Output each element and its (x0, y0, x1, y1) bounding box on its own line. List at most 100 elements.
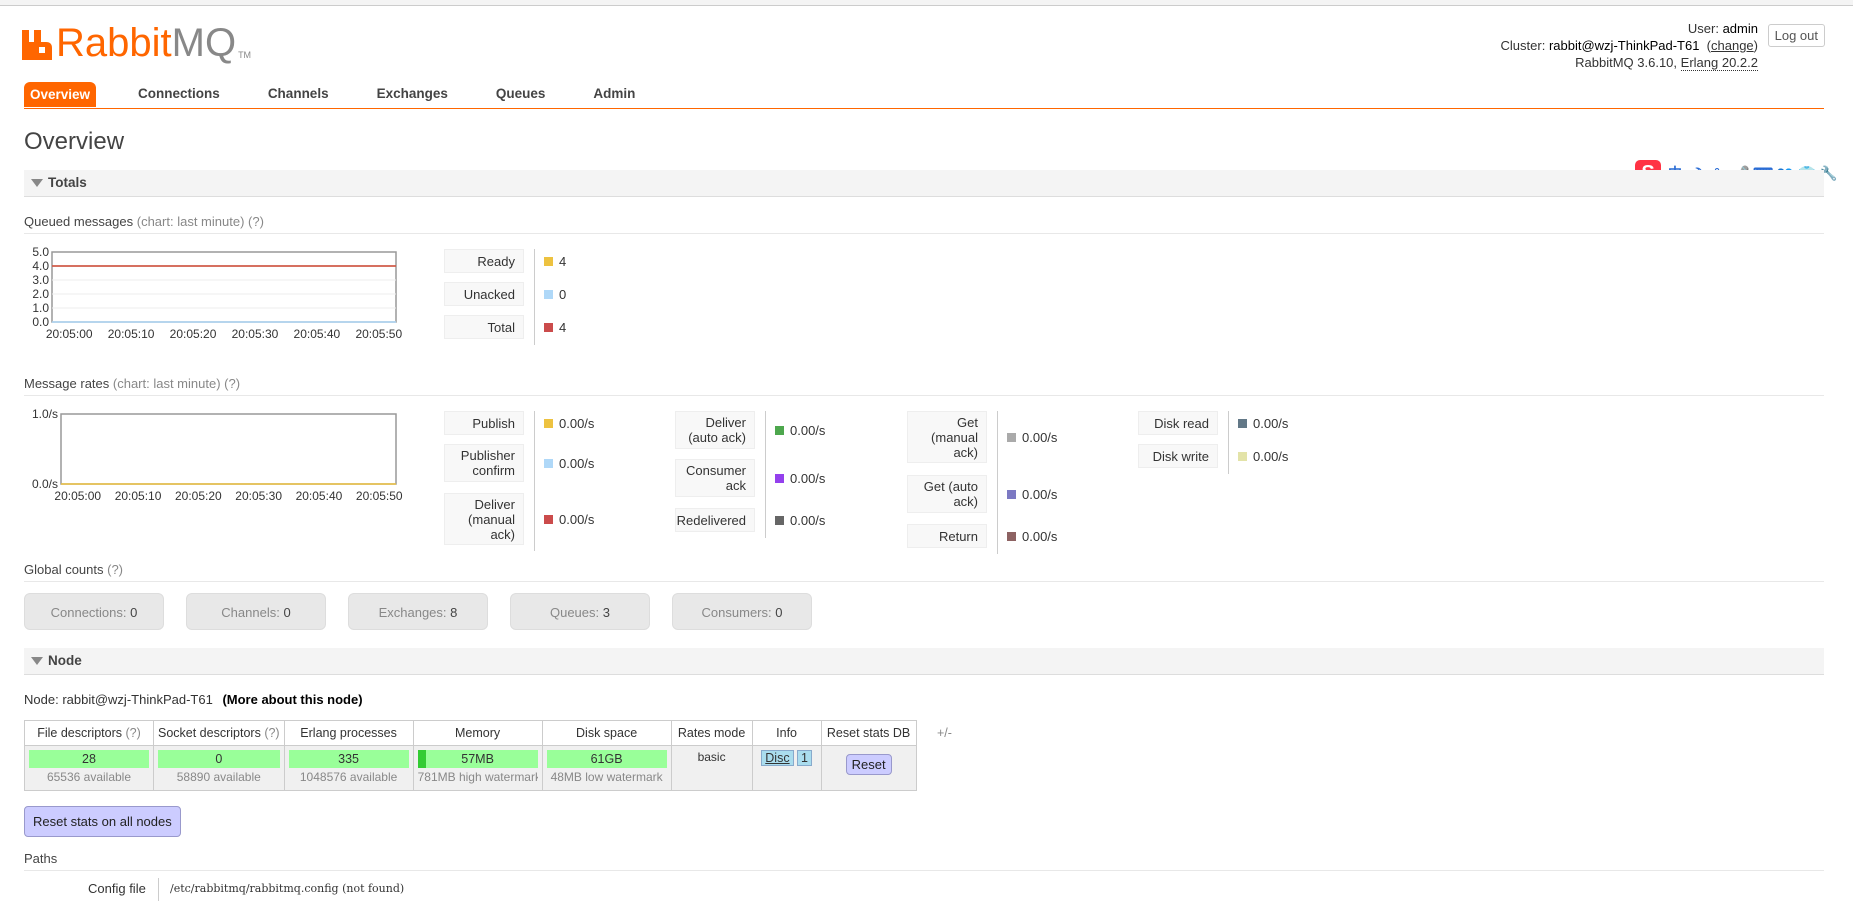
node-name-label: Node: (24, 692, 59, 707)
reset-cell: Reset (820, 745, 917, 791)
main-nav: Overview Connections Channels Exchanges … (24, 82, 677, 107)
consumers-count-button[interactable]: Consumers: 0 (672, 593, 812, 630)
legend-label-unacked: Unacked (444, 282, 524, 306)
disk-space-cell: 61GB 48MB low watermark (541, 745, 672, 791)
legend-swatch (1007, 489, 1016, 499)
legend-swatch (1238, 451, 1247, 461)
totals-label: Totals (48, 175, 87, 190)
file-descriptors-bar: 28 (29, 750, 149, 768)
collapse-arrow-icon (31, 657, 43, 665)
user-row: User: admin (1253, 20, 1853, 37)
config-file-value: /etc/rabbitmq/rabbitmq.config (not found… (170, 882, 405, 895)
erlang-processes-available: 1048576 available (299, 770, 398, 784)
socket-descriptors-cell: 0 58890 available (153, 745, 285, 791)
queues-count-button[interactable]: Queues: 3 (510, 593, 650, 630)
help-link[interactable]: (?) (125, 726, 140, 740)
legend-label-deliver-auto-ack: Deliver (auto ack) (675, 411, 755, 449)
config-separator (158, 878, 159, 901)
tab-channels[interactable]: Channels (262, 82, 335, 107)
legend-value-text: 0.00/s (790, 470, 826, 486)
memory-bar: 57MB (417, 750, 538, 768)
node-label: Node (48, 653, 82, 668)
chart-x-tick-label: 20:05:40 (294, 327, 341, 341)
chart-x-tick-label: 20:05:30 (232, 327, 279, 341)
chart-plot-area (60, 413, 397, 485)
more-about-node-link[interactable]: (More about this node) (222, 692, 362, 707)
legend-value: 0.00/s (775, 459, 825, 497)
user-name: admin (1722, 21, 1758, 36)
header-disk-space: Disk space (541, 720, 672, 746)
logout-button[interactable]: Log out (1767, 24, 1825, 47)
legend-value-text: 0.00/s (1253, 415, 1289, 431)
tab-connections[interactable]: Connections (132, 82, 226, 107)
legend-value-text: 0.00/s (1253, 448, 1289, 464)
legend-value-text: 0.00/s (1022, 486, 1058, 502)
help-link[interactable]: (?) (264, 726, 279, 740)
reset-stats-button[interactable]: Reset (845, 754, 892, 775)
chart-x-tick-label: 20:05:20 (170, 327, 217, 341)
tab-exchanges[interactable]: Exchanges (371, 82, 454, 107)
tab-admin[interactable]: Admin (587, 82, 641, 107)
page-title: Overview (24, 128, 125, 155)
rates-mode-cell: basic (670, 745, 753, 791)
reset-stats-all-nodes-button[interactable]: Reset stats on all nodes (24, 806, 181, 837)
legend-swatch (544, 458, 553, 468)
socket-descriptors-available: 58890 available (176, 770, 261, 784)
header-socket-descriptors: Socket descriptors (?) (153, 720, 285, 746)
logo-text: RabbitMQ (56, 23, 236, 63)
legend-label-deliver-manual-ack: Deliver (manual ack) (444, 493, 524, 545)
tab-overview[interactable]: Overview (24, 82, 97, 107)
channels-count-button[interactable]: Channels: 0 (186, 593, 326, 630)
legend-swatch (1238, 418, 1247, 428)
legend-label-consumer-ack: Consumer ack (675, 459, 755, 497)
count-label: Queues: (549, 605, 600, 620)
node-name-value: rabbit@wzj-ThinkPad-T61 (62, 692, 213, 707)
totals-section-header[interactable]: Totals (24, 170, 1824, 197)
chart-y-tick-label: 3.0 (32, 273, 49, 287)
chart-y-tick-label: 1.0 (32, 301, 49, 315)
legend-swatch (544, 289, 553, 299)
queued-heading-note[interactable]: (chart: last minute) (?) (137, 214, 264, 229)
socket-descriptors-bar: 0 (158, 750, 280, 768)
column-toggle[interactable]: +/- (937, 726, 952, 740)
info-count-badge[interactable]: 1 (796, 750, 812, 766)
count-value: 8 (450, 605, 458, 620)
legend-swatch (544, 256, 553, 266)
global-heading-note[interactable]: (?) (107, 562, 123, 577)
logo-text-mq: MQ (171, 21, 237, 65)
legend-value-text: 0.00/s (559, 415, 595, 431)
legend-value: 0.00/s (1007, 475, 1057, 513)
global-heading-text: Global counts (24, 562, 104, 577)
disk-space-bar: 61GB (546, 750, 667, 768)
memory-cell: 57MB 781MB high watermark (412, 745, 543, 791)
node-name-line: Node: rabbit@wzj-ThinkPad-T61 (More abou… (24, 692, 363, 707)
legend-label-ready: Ready (444, 249, 524, 273)
connections-count-button[interactable]: Connections: 0 (24, 593, 164, 630)
message-rates-heading: Message rates (chart: last minute) (?) (24, 376, 1824, 396)
legend-value: 4 (544, 315, 566, 339)
node-section-header[interactable]: Node (24, 648, 1824, 675)
legend-value-text: 0.00/s (559, 455, 595, 471)
legend-value: 0 (544, 282, 566, 306)
cluster-change-link[interactable]: change (1711, 38, 1754, 53)
tab-queues[interactable]: Queues (490, 82, 552, 107)
rabbitmq-version: RabbitMQ 3.6.10, (1575, 55, 1678, 70)
legend-separator (534, 411, 535, 551)
legend-swatch (544, 322, 553, 332)
legend-swatch (544, 514, 553, 524)
chart-x-tick-label: 20:05:40 (296, 489, 343, 503)
legend-separator (1228, 411, 1229, 474)
info-cell: Disc 1 (751, 745, 822, 791)
info-disc-badge[interactable]: Disc (761, 750, 794, 766)
legend-value-text: 0.00/s (559, 511, 595, 527)
legend-value: 0.00/s (1238, 411, 1288, 435)
rabbitmq-logo: RabbitMQ TM (22, 20, 251, 63)
exchanges-count-button[interactable]: Exchanges: 8 (348, 593, 488, 630)
legend-label-disk-read: Disk read (1138, 411, 1218, 435)
queued-heading-text: Queued messages (24, 214, 134, 229)
erlang-version[interactable]: Erlang 20.2.2 (1680, 55, 1758, 71)
rates-heading-note[interactable]: (chart: last minute) (?) (113, 376, 240, 391)
chart-x-tick-label: 20:05:50 (356, 489, 403, 503)
chart-y-tick-label: 4.0 (32, 259, 49, 273)
legend-label-get-manual-ack: Get (manual ack) (907, 411, 987, 463)
